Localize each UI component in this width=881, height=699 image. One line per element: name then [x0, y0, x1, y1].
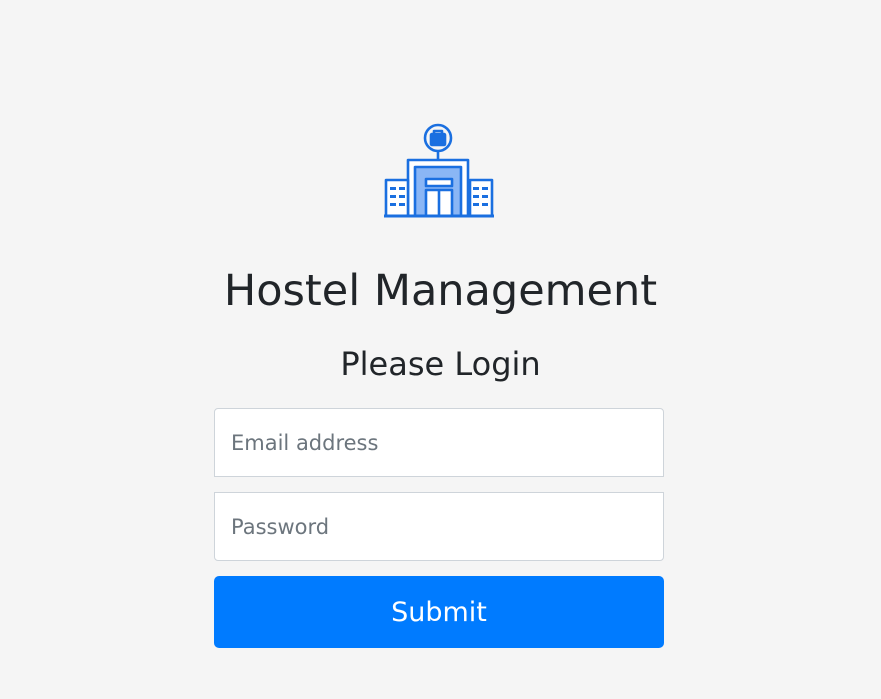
submit-button[interactable]: Submit: [214, 576, 664, 648]
login-heading: Please Login: [340, 345, 541, 383]
email-field[interactable]: [214, 408, 664, 477]
hotel-building-icon: [384, 123, 494, 219]
password-field[interactable]: [214, 492, 664, 561]
page-title: Hostel Management: [223, 266, 658, 316]
login-page: Hostel Management Please Login Submit: [0, 0, 881, 699]
